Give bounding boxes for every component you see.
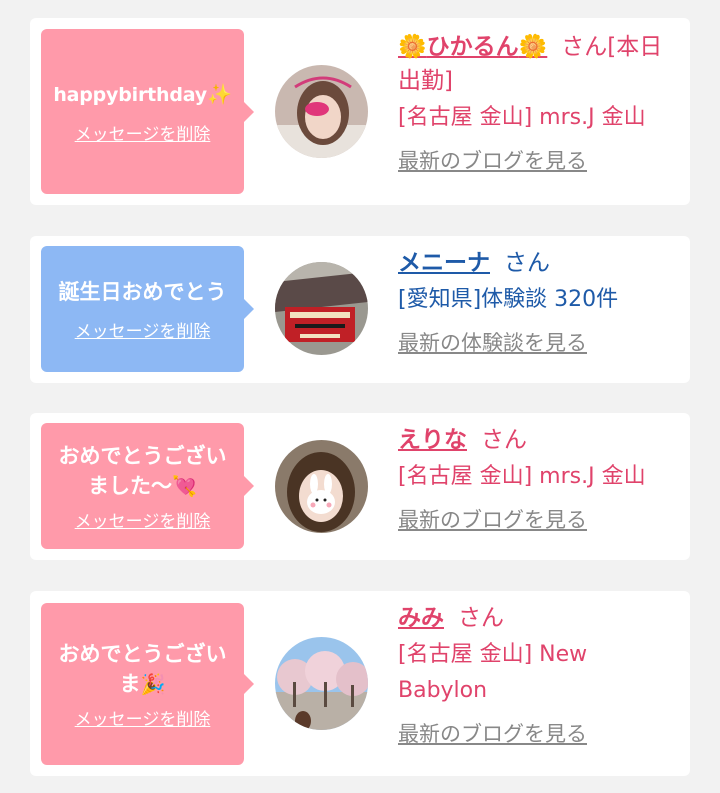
- flower-icon: 🌼: [398, 34, 427, 60]
- heart-icon: 💘: [172, 473, 197, 498]
- message-bubble: おめでとうございました〜💘 メッセージを削除: [41, 423, 254, 549]
- avatar-photo: [275, 440, 368, 533]
- message-bubble: おめでとうございま🎉 メッセージを削除: [41, 603, 254, 765]
- message-text-content: happybirthday: [53, 83, 207, 106]
- party-popper-icon: 🎉: [140, 671, 166, 696]
- latest-blog-link[interactable]: 最新のブログを見る: [398, 505, 587, 535]
- honorific: さん: [481, 427, 527, 453]
- member-name-link[interactable]: 🌼ひかるん🌼: [398, 34, 547, 60]
- avatar[interactable]: [275, 440, 368, 533]
- shop-info: [名古屋 金山] New Babylon: [398, 642, 588, 703]
- member-name-link[interactable]: みみ: [398, 605, 444, 631]
- name-line: えりな さん: [398, 423, 683, 457]
- birthday-card: 誕生日おめでとう メッセージを削除 メニーナ さん [愛知県]体験談 320件 最…: [30, 236, 690, 383]
- member-info: メニーナ さん [愛知県]体験談 320件 最新の体験談を見る: [398, 246, 683, 358]
- shop-info: [名古屋 金山] mrs.J 金山: [398, 105, 646, 130]
- avatar-photo: [275, 637, 368, 730]
- name-line: メニーナ さん: [398, 246, 683, 280]
- name-line: 🌼ひかるん🌼 さん[本日出勤]: [398, 30, 683, 98]
- birthday-card: happybirthday✨ メッセージを削除 🌼ひかるん🌼 さん[本日出勤] […: [30, 18, 690, 205]
- message-bubble: 誕生日おめでとう メッセージを削除: [41, 246, 254, 372]
- review-count: [愛知県]体験談 320件: [398, 287, 619, 312]
- avatar[interactable]: [275, 637, 368, 730]
- member-name-link[interactable]: えりな: [398, 427, 467, 453]
- shop-info: [名古屋 金山] mrs.J 金山: [398, 464, 646, 489]
- member-name: ひかるん: [426, 34, 519, 60]
- delete-message-button[interactable]: メッセージを削除: [75, 317, 211, 342]
- message-text-content: おめでとうございました〜: [58, 443, 227, 498]
- sparkles-icon: ✨: [206, 81, 232, 106]
- delete-message-button[interactable]: メッセージを削除: [75, 507, 211, 532]
- message-text: おめでとうございま🎉: [41, 639, 244, 699]
- avatar-photo: [275, 262, 368, 355]
- birthday-card: おめでとうございました〜💘 メッセージを削除 えりな さん [名古屋 金山] mr…: [30, 413, 690, 560]
- delete-message-button[interactable]: メッセージを削除: [75, 120, 211, 145]
- birthday-card: おめでとうございま🎉 メッセージを削除 みみ さん [名古屋 金山] New Ba…: [30, 591, 690, 776]
- honorific: さん: [458, 605, 504, 631]
- latest-blog-link[interactable]: 最新のブログを見る: [398, 146, 587, 176]
- flower-icon: 🌼: [518, 34, 548, 60]
- name-line: みみ さん: [398, 601, 683, 635]
- message-text: happybirthday✨: [45, 79, 239, 110]
- delete-message-button[interactable]: メッセージを削除: [75, 705, 211, 730]
- latest-review-link[interactable]: 最新の体験談を見る: [398, 328, 587, 358]
- avatar[interactable]: [275, 65, 368, 158]
- latest-blog-link[interactable]: 最新のブログを見る: [398, 719, 587, 749]
- member-name-link[interactable]: メニーナ: [398, 250, 490, 276]
- member-info: みみ さん [名古屋 金山] New Babylon 最新のブログを見る: [398, 601, 683, 749]
- message-text: 誕生日おめでとう: [58, 279, 227, 304]
- member-info: えりな さん [名古屋 金山] mrs.J 金山 最新のブログを見る: [398, 423, 683, 535]
- member-info: 🌼ひかるん🌼 さん[本日出勤] [名古屋 金山] mrs.J 金山 最新のブログを…: [398, 30, 683, 176]
- honorific: さん: [504, 250, 550, 276]
- avatar-photo: [275, 65, 368, 158]
- honorific: さん: [561, 34, 608, 60]
- message-bubble: happybirthday✨ メッセージを削除: [41, 29, 254, 194]
- message-text: おめでとうございました〜💘: [41, 441, 244, 501]
- avatar[interactable]: [275, 262, 368, 355]
